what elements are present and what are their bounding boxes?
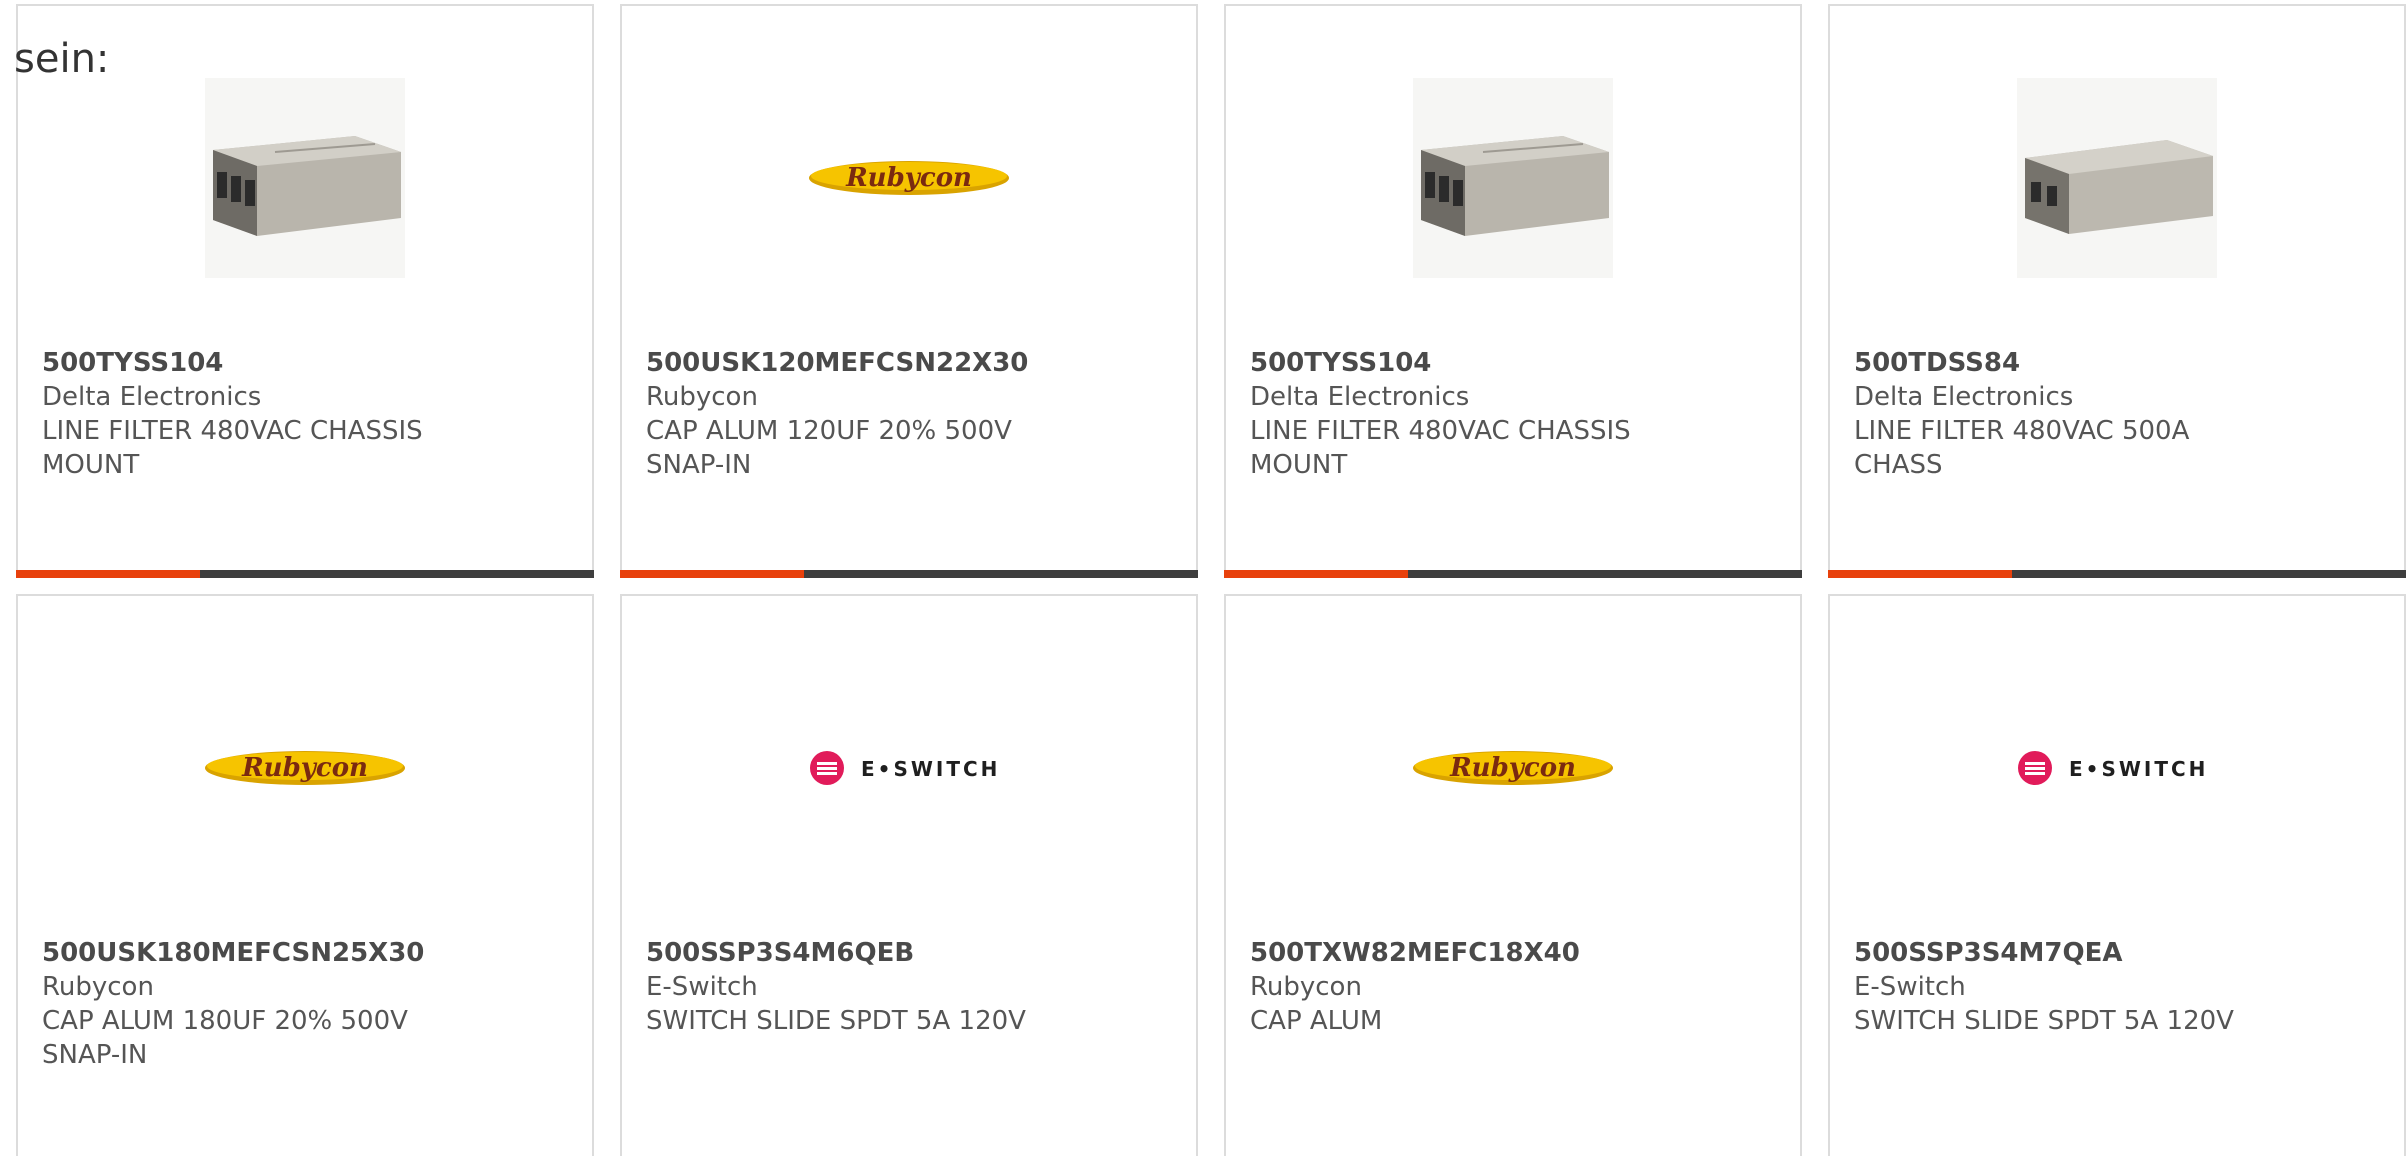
card-accent-bar xyxy=(1224,570,1408,578)
description: LINE FILTER 480VAC 500A CHASS xyxy=(1854,416,2190,480)
card-footer-bar xyxy=(16,570,594,578)
product-card[interactable]: Rubycon 500USK180MEFCSN25X30 Rubycon CAP… xyxy=(16,594,594,1156)
product-info: 500USK180MEFCSN25X30 Rubycon CAP ALUM 18… xyxy=(42,936,568,1072)
product-card[interactable]: Rubycon 500TXW82MEFC18X40 Rubycon CAP AL… xyxy=(1224,594,1802,1156)
card-footer-bar xyxy=(620,570,1198,578)
product-image-eswitch-logo[interactable]: E•SWITCH xyxy=(809,668,1009,868)
product-info: 500USK120MEFCSN22X30 Rubycon CAP ALUM 12… xyxy=(646,346,1172,482)
description: SWITCH SLIDE SPDT 5A 120V xyxy=(1854,1006,2234,1036)
product-image-line-filter[interactable] xyxy=(2017,78,2217,278)
part-number[interactable]: 500USK120MEFCSN22X30 xyxy=(646,346,1172,380)
product-info: 500TDSS84 Delta Electronics LINE FILTER … xyxy=(1854,346,2380,482)
description: LINE FILTER 480VAC CHASSIS MOUNT xyxy=(1250,416,1631,480)
manufacturer: Rubycon xyxy=(42,972,154,1002)
part-number[interactable]: 500SSP3S4M7QEA xyxy=(1854,936,2380,970)
product-image-eswitch-logo[interactable]: E•SWITCH xyxy=(2017,668,2217,868)
product-grid-page: sein: 500TYSS104 Delta Electronics LINE … xyxy=(0,0,2408,1156)
eswitch-logo-text: E•SWITCH xyxy=(2069,757,2208,781)
product-image-rubycon-logo[interactable]: Rubycon xyxy=(1413,668,1613,868)
card-accent-bar xyxy=(16,570,200,578)
manufacturer: Delta Electronics xyxy=(1854,382,2074,412)
description: SWITCH SLIDE SPDT 5A 120V xyxy=(646,1006,1026,1036)
product-image-rubycon-logo[interactable]: Rubycon xyxy=(205,668,405,868)
description: CAP ALUM 180UF 20% 500V SNAP-IN xyxy=(42,1006,408,1070)
rubycon-logo-text: Rubycon xyxy=(845,163,972,193)
card-footer-bar xyxy=(1224,570,1802,578)
product-card[interactable]: E•SWITCH 500SSP3S4M6QEB E-Switch SWITCH … xyxy=(620,594,1198,1156)
part-number[interactable]: 500TYSS104 xyxy=(42,346,568,380)
manufacturer: Delta Electronics xyxy=(42,382,262,412)
card-accent-bar xyxy=(1828,570,2012,578)
product-info: 500SSP3S4M7QEA E-Switch SWITCH SLIDE SPD… xyxy=(1854,936,2380,1038)
part-number[interactable]: 500SSP3S4M6QEB xyxy=(646,936,1172,970)
eswitch-logo-text: E•SWITCH xyxy=(861,757,1000,781)
manufacturer: Rubycon xyxy=(646,382,758,412)
manufacturer: Rubycon xyxy=(1250,972,1362,1002)
product-image-line-filter[interactable] xyxy=(205,78,405,278)
product-image-line-filter[interactable] xyxy=(1413,78,1613,278)
product-card[interactable]: Rubycon 500USK120MEFCSN22X30 Rubycon CAP… xyxy=(620,4,1198,578)
card-footer-bar xyxy=(1828,570,2406,578)
product-image-rubycon-logo[interactable]: Rubycon xyxy=(809,78,1009,278)
rubycon-logo-text: Rubycon xyxy=(241,753,368,783)
product-info: 500TYSS104 Delta Electronics LINE FILTER… xyxy=(1250,346,1776,482)
rubycon-logo-text: Rubycon xyxy=(1449,753,1576,783)
description: CAP ALUM xyxy=(1250,1006,1383,1036)
description: CAP ALUM 120UF 20% 500V SNAP-IN xyxy=(646,416,1012,480)
part-number[interactable]: 500TDSS84 xyxy=(1854,346,2380,380)
part-number[interactable]: 500USK180MEFCSN25X30 xyxy=(42,936,568,970)
lead-text: sein: xyxy=(14,36,110,82)
product-card[interactable]: 500TYSS104 Delta Electronics LINE FILTER… xyxy=(1224,4,1802,578)
manufacturer: E-Switch xyxy=(646,972,758,1002)
product-card[interactable]: E•SWITCH 500SSP3S4M7QEA E-Switch SWITCH … xyxy=(1828,594,2406,1156)
product-card[interactable]: 500TYSS104 Delta Electronics LINE FILTER… xyxy=(16,4,594,578)
product-info: 500TYSS104 Delta Electronics LINE FILTER… xyxy=(42,346,568,482)
description: LINE FILTER 480VAC CHASSIS MOUNT xyxy=(42,416,423,480)
manufacturer: E-Switch xyxy=(1854,972,1966,1002)
card-accent-bar xyxy=(620,570,804,578)
manufacturer: Delta Electronics xyxy=(1250,382,1470,412)
product-info: 500SSP3S4M6QEB E-Switch SWITCH SLIDE SPD… xyxy=(646,936,1172,1038)
part-number[interactable]: 500TYSS104 xyxy=(1250,346,1776,380)
product-info: 500TXW82MEFC18X40 Rubycon CAP ALUM xyxy=(1250,936,1776,1038)
part-number[interactable]: 500TXW82MEFC18X40 xyxy=(1250,936,1776,970)
product-card[interactable]: 500TDSS84 Delta Electronics LINE FILTER … xyxy=(1828,4,2406,578)
